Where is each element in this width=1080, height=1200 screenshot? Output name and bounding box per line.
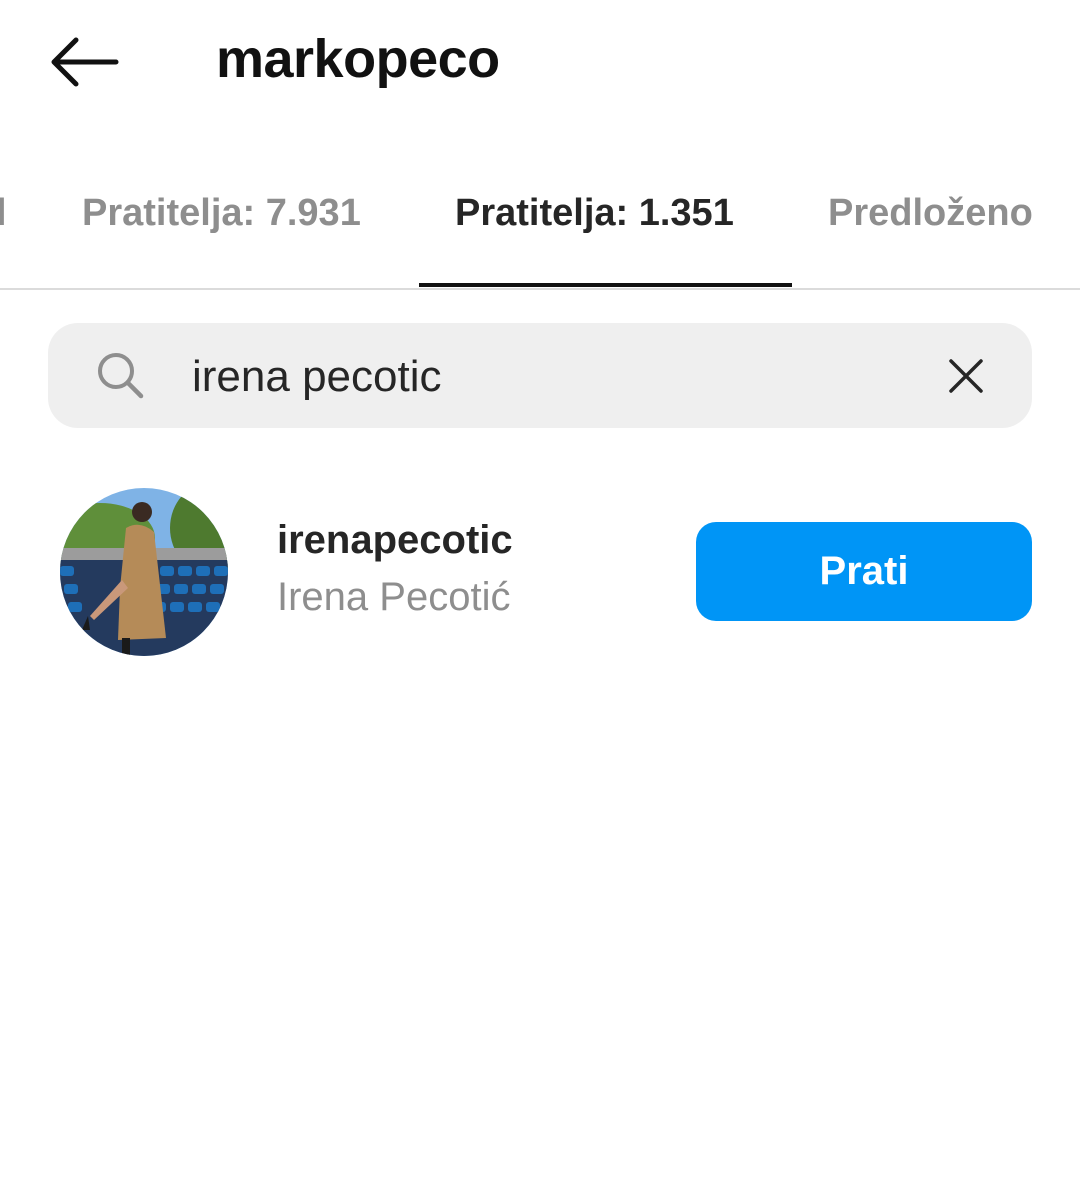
tab-suggested[interactable]: Predloženo <box>828 192 1033 288</box>
close-icon <box>949 359 983 393</box>
tab-followers[interactable]: Pratitelja: 7.931 <box>82 192 361 288</box>
active-tab-indicator <box>419 283 792 287</box>
result-full-name: Irena Pecotić <box>277 575 511 619</box>
top-bar: markopeco <box>0 0 1080 125</box>
arrow-left-icon <box>51 37 119 87</box>
profile-photo <box>60 488 228 656</box>
result-username[interactable]: irenapecotic <box>277 518 513 563</box>
follow-button[interactable]: Prati <box>696 522 1032 621</box>
avatar[interactable] <box>60 488 228 656</box>
follow-tabs: l Pratitelja: 7.931 Pratitelja: 1.351 Pr… <box>0 175 1080 290</box>
search-icon <box>98 353 144 399</box>
profile-username-title: markopeco <box>216 29 500 89</box>
back-button[interactable] <box>46 30 122 94</box>
clear-search-button[interactable] <box>940 350 992 402</box>
tab-previous-partial[interactable]: l <box>0 192 6 288</box>
search-input[interactable] <box>192 350 892 404</box>
tab-following[interactable]: Pratitelja: 1.351 <box>455 192 734 288</box>
